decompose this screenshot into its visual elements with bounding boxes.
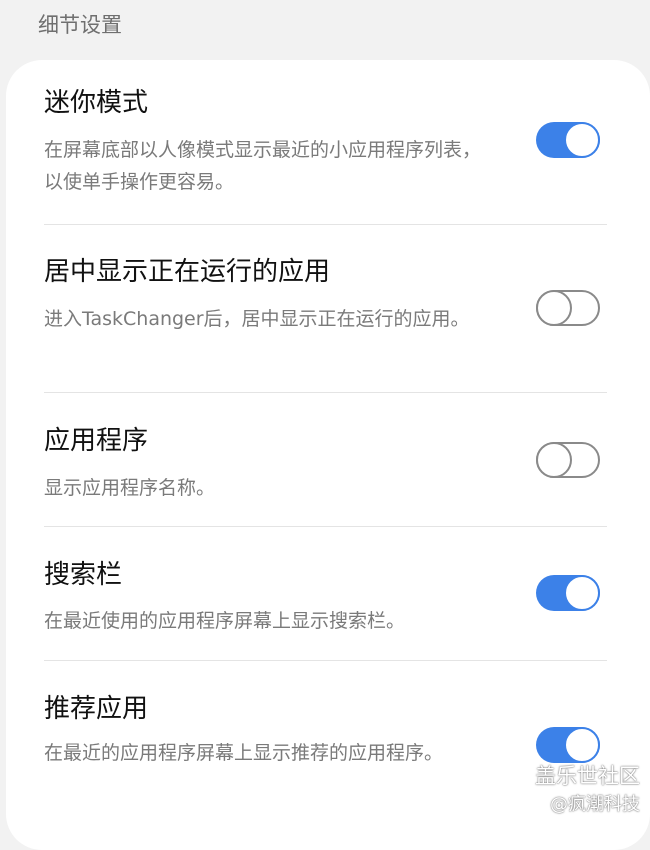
- watermark-author: @疯潮科技: [550, 794, 640, 815]
- setting-description: 显示应用程序名称。: [44, 477, 216, 499]
- toggle-knob: [536, 290, 572, 326]
- app-names-toggle[interactable]: [536, 442, 600, 478]
- setting-title: 居中显示正在运行的应用: [44, 257, 331, 287]
- setting-description: 进入TaskChanger后，居中显示正在运行的应用。: [44, 308, 470, 330]
- mini-mode-toggle[interactable]: [536, 122, 600, 158]
- section-header: 细节设置: [38, 13, 122, 37]
- recommended-apps-toggle[interactable]: [536, 727, 600, 763]
- setting-description: 在屏幕底部以人像模式显示最近的小应用程序列表，以使单手操作更容易。: [44, 139, 482, 193]
- setting-title: 推荐应用: [44, 694, 149, 724]
- settings-card: 迷你模式 在屏幕底部以人像模式显示最近的小应用程序列表，以使单手操作更容易。 居…: [6, 60, 650, 850]
- divider: [44, 526, 607, 527]
- search-bar-toggle[interactable]: [536, 575, 600, 611]
- setting-title: 迷你模式: [44, 88, 149, 118]
- setting-title: 应用程序: [44, 426, 149, 456]
- toggle-knob: [564, 575, 600, 611]
- toggle-knob: [536, 442, 572, 478]
- setting-description: 在最近的应用程序屏幕上显示推荐的应用程序。: [44, 742, 444, 764]
- setting-description: 在最近使用的应用程序屏幕上显示搜索栏。: [44, 610, 406, 632]
- toggle-knob: [564, 727, 600, 763]
- setting-title: 搜索栏: [44, 560, 123, 590]
- divider: [44, 224, 607, 225]
- watermark-community: 盖乐世社区: [535, 764, 640, 788]
- toggle-knob: [564, 122, 600, 158]
- divider: [44, 660, 607, 661]
- center-running-app-toggle[interactable]: [536, 290, 600, 326]
- divider: [44, 392, 607, 393]
